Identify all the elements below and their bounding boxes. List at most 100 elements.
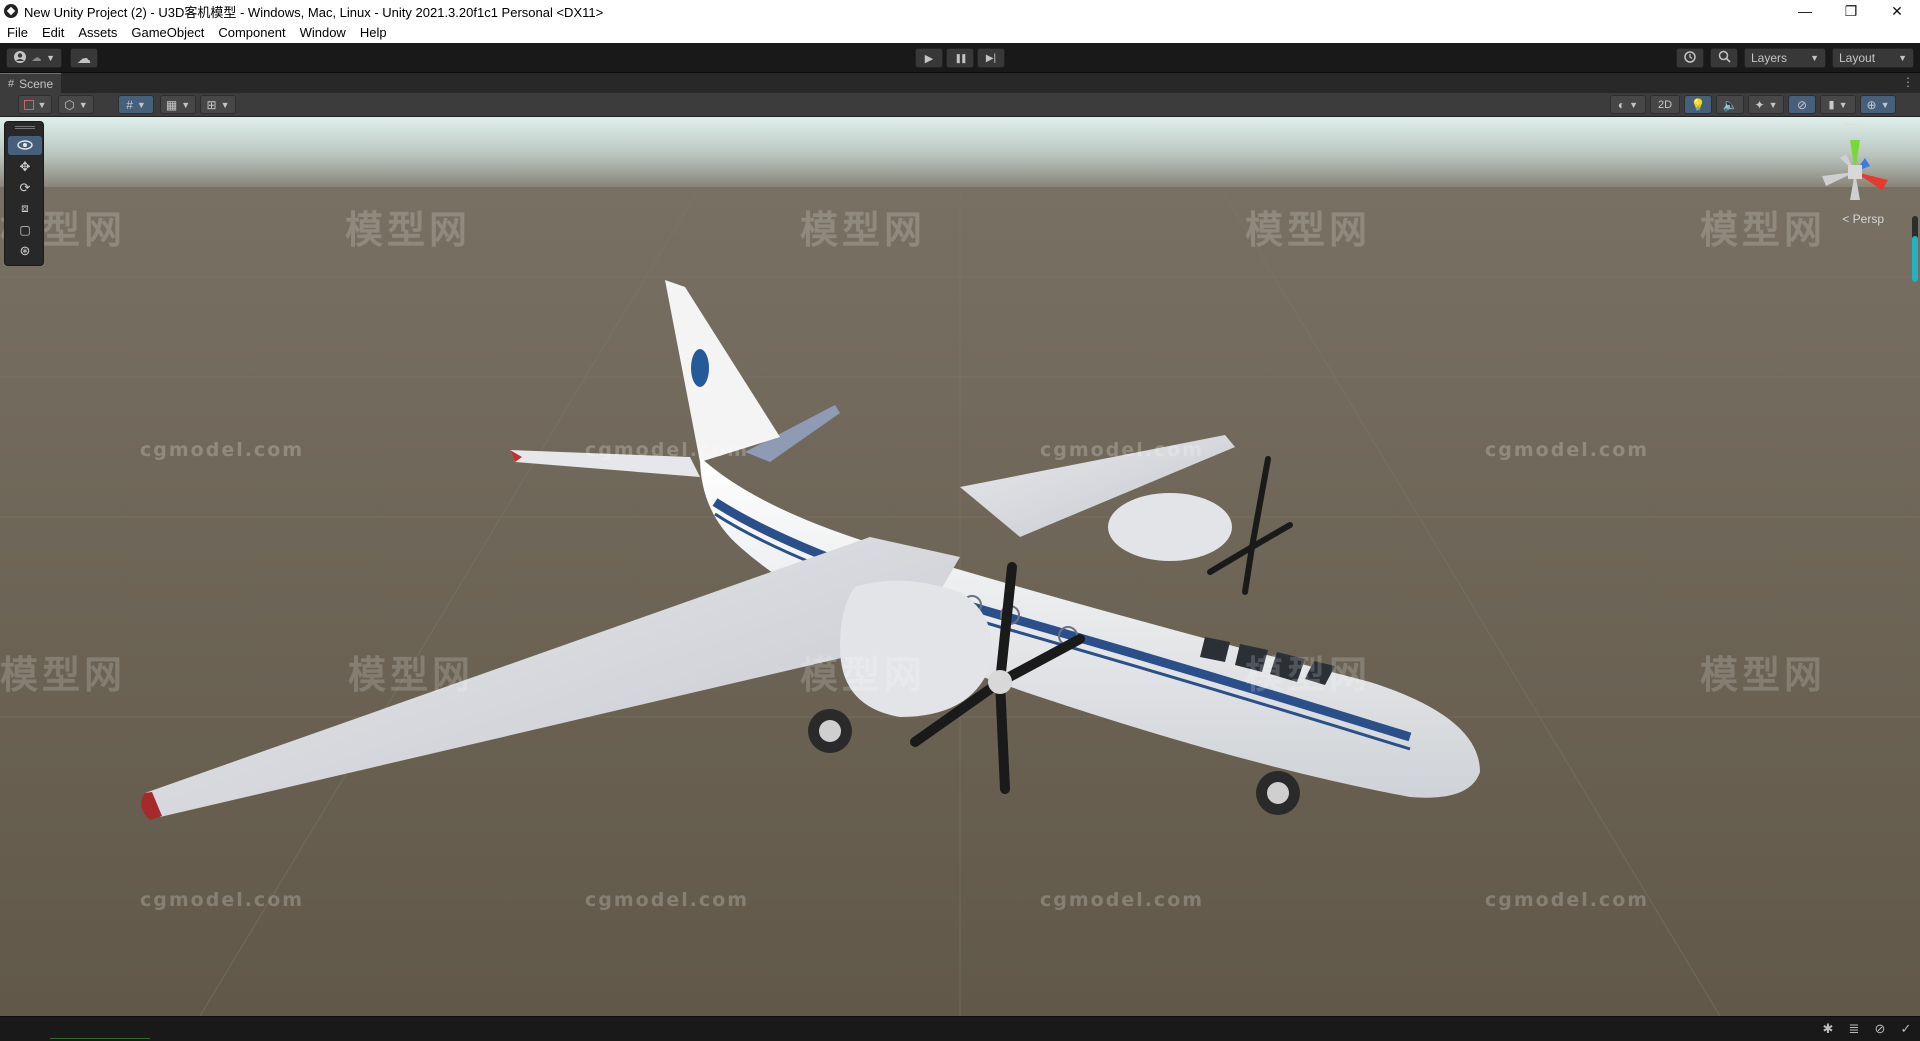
eye-slash-icon: ⊘: [1796, 97, 1808, 112]
menu-assets[interactable]: Assets: [71, 25, 124, 40]
cloud-sync-icon: ☁: [31, 52, 42, 64]
grid-icon: #: [8, 77, 15, 90]
restore-button[interactable]: ❐: [1828, 0, 1874, 22]
search-button[interactable]: [1710, 48, 1738, 68]
audio-toggle[interactable]: 🔈: [1716, 95, 1744, 114]
watermark-text: cgmodel.com: [1040, 889, 1205, 911]
watermark-logo: 模型网: [800, 208, 927, 252]
watermark-text: cgmodel.com: [140, 439, 305, 461]
lighting-toggle[interactable]: 💡: [1684, 95, 1712, 114]
progress-icon[interactable]: ⊘: [1872, 1021, 1888, 1037]
tab-scene[interactable]: # Scene: [0, 73, 62, 93]
checkmark-icon[interactable]: ✓: [1898, 1021, 1914, 1037]
perspective-label[interactable]: < Persp: [1842, 212, 1884, 226]
camera-speed-slider[interactable]: [1912, 216, 1918, 282]
effects-dropdown[interactable]: ✦ ▼: [1748, 95, 1784, 114]
title-bar: New Unity Project (2) - U3D客机模型 - Window…: [0, 0, 1920, 22]
move-arrows-icon: ✥: [19, 158, 31, 174]
sphere-icon: ◐: [1617, 97, 1626, 112]
watermark-logo: 模型网: [0, 653, 127, 697]
rotate-icon: ⟳: [19, 179, 31, 195]
move-tool-button[interactable]: ✥: [8, 157, 42, 176]
rect-icon: ▢: [19, 222, 31, 237]
watermark-logo: 模型网: [348, 653, 475, 697]
tab-bar: # Scene ⋮: [0, 73, 1920, 93]
layers-dropdown[interactable]: Layers ▼: [1744, 48, 1826, 68]
close-button[interactable]: ✕: [1874, 0, 1920, 22]
rect-tool-button[interactable]: ▢: [8, 220, 42, 239]
draw-mode-dropdown[interactable]: ▼: [18, 95, 52, 114]
chevron-down-icon: ▼: [1629, 99, 1639, 110]
minimize-button[interactable]: —: [1782, 0, 1828, 22]
database-icon[interactable]: ≣: [1846, 1021, 1862, 1037]
menu-edit[interactable]: Edit: [35, 25, 71, 40]
drag-handle[interactable]: [15, 126, 35, 129]
scene-viewport[interactable]: 模型网 模型网 模型网 模型网 模型网 模型网 模型网 模型网 模型网 模型网 …: [0, 117, 1920, 1016]
menu-file[interactable]: File: [0, 25, 35, 40]
gizmo-globe-icon: ⊕: [1866, 97, 1877, 112]
tab-menu-icon[interactable]: ⋮: [1902, 75, 1914, 89]
chevron-down-icon: ▼: [181, 99, 191, 110]
transform-tool-button[interactable]: ⊛: [8, 241, 42, 260]
watermark-text: cgmodel.com: [140, 889, 305, 911]
view-tool-button[interactable]: [8, 136, 42, 155]
cloud-icon: ☁: [77, 49, 91, 66]
layers-label: Layers: [1751, 51, 1788, 65]
chevron-down-icon: ▼: [1880, 99, 1890, 110]
status-bar: ✱ ≣ ⊘ ✓: [0, 1016, 1920, 1041]
snap-increment-icon: ⊞: [206, 97, 217, 112]
scene-toolbar: ▼ ⬡ ▼ # ▼ ▦ ▼ ⊞ ▼ ◐ ▼ 2D 💡 🔈 ✦ ▼ ⊘ ▮ ▼ ⊕…: [0, 93, 1920, 117]
transform-tools-overlay: ✥ ⟳ ⧈ ▢ ⊛: [4, 121, 44, 266]
watermark-logo: 模型网: [1245, 208, 1372, 252]
effects-icon: ✦: [1754, 97, 1765, 112]
history-icon: [1683, 50, 1697, 67]
shading-dropdown[interactable]: ⬡ ▼: [58, 95, 94, 114]
scene-visibility-toggle[interactable]: ⊘: [1788, 95, 1816, 114]
undo-history-button[interactable]: [1676, 48, 1704, 68]
chevron-down-icon: ▼: [46, 53, 55, 63]
watermark-logo: 模型网: [1245, 653, 1372, 697]
window-title: New Unity Project (2) - U3D客机模型 - Window…: [24, 4, 604, 20]
rotate-tool-button[interactable]: ⟳: [8, 178, 42, 197]
layout-dropdown[interactable]: Layout ▼: [1832, 48, 1914, 68]
grid-visibility-dropdown[interactable]: ▦ ▼: [160, 95, 196, 114]
account-dropdown[interactable]: ☁ ▼: [6, 48, 62, 68]
watermark-text: cgmodel.com: [1040, 439, 1205, 461]
draw-mode-icon: [23, 99, 34, 110]
menu-component[interactable]: Component: [211, 25, 292, 40]
play-button[interactable]: ▶: [915, 48, 943, 68]
account-icon: [13, 50, 27, 67]
chevron-down-icon: ▼: [220, 99, 230, 110]
snap-increment-dropdown[interactable]: ⊞ ▼: [200, 95, 236, 114]
watermark-text: cgmodel.com: [1485, 439, 1650, 461]
gizmos-dropdown[interactable]: ⊕ ▼: [1860, 95, 1896, 114]
menu-window[interactable]: Window: [293, 25, 353, 40]
play-icon: ▶: [924, 52, 934, 65]
toggle-2d-button[interactable]: 2D: [1650, 95, 1680, 114]
search-icon: [1718, 50, 1731, 66]
watermark-logo: 模型网: [800, 653, 927, 697]
watermark-text: cgmodel.com: [585, 439, 750, 461]
pause-button[interactable]: ❚❚: [946, 48, 974, 68]
chevron-down-icon: ▼: [136, 99, 146, 110]
menu-gameobject[interactable]: GameObject: [124, 25, 211, 40]
chevron-down-icon: ▼: [78, 99, 88, 110]
step-icon: ▶|: [985, 52, 997, 64]
light-bulb-icon: 💡: [1690, 97, 1706, 112]
chevron-down-icon: ▼: [1898, 53, 1907, 63]
speaker-icon: 🔈: [1722, 97, 1738, 112]
grid-visibility-icon: ▦: [165, 97, 178, 112]
camera-mode-dropdown[interactable]: ◐ ▼: [1610, 95, 1646, 114]
menu-help[interactable]: Help: [353, 25, 394, 40]
debug-bug-icon[interactable]: ✱: [1820, 1021, 1836, 1037]
watermark-text: cgmodel.com: [585, 889, 750, 911]
grid-snap-toggle[interactable]: # ▼: [118, 95, 154, 114]
menu-bar: File Edit Assets GameObject Component Wi…: [0, 22, 1920, 43]
camera-settings-dropdown[interactable]: ▮ ▼: [1820, 95, 1856, 114]
scale-tool-button[interactable]: ⧈: [8, 199, 42, 218]
window-controls: — ❐ ✕: [1782, 0, 1920, 22]
cloud-button[interactable]: ☁: [70, 48, 98, 68]
chevron-down-icon: ▼: [37, 99, 47, 110]
step-button[interactable]: ▶|: [977, 48, 1005, 68]
pause-icon: ❚❚: [954, 52, 967, 63]
